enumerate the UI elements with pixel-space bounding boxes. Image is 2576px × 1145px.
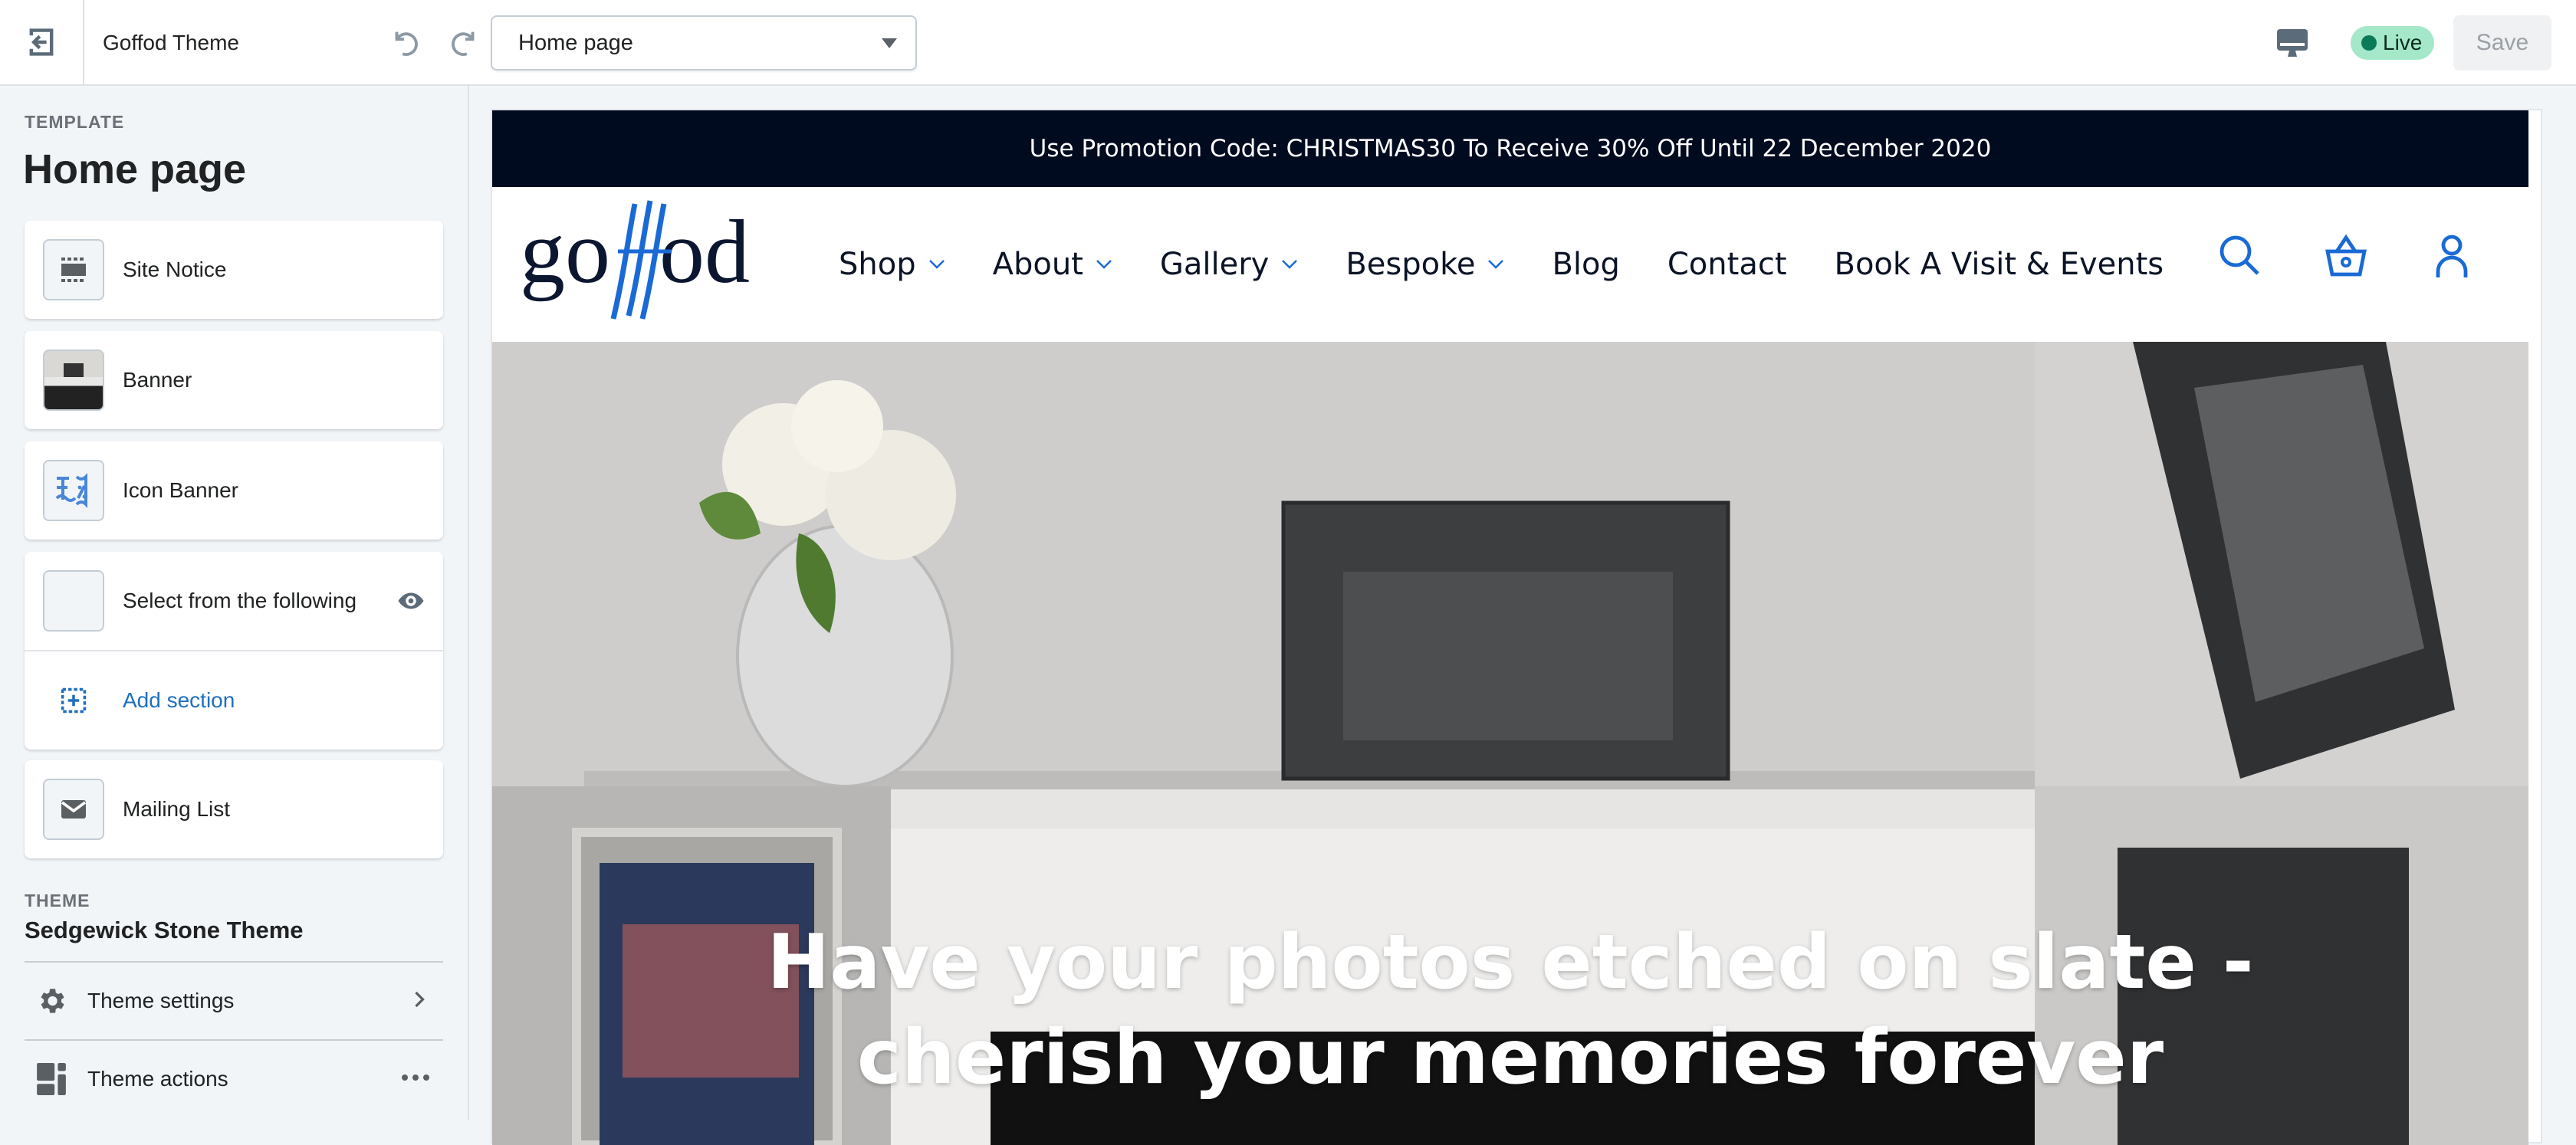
template-label: TEMPLATE <box>25 112 125 132</box>
redo-icon <box>452 31 475 56</box>
save-button[interactable]: Save <box>2453 15 2551 71</box>
nav-about[interactable]: About <box>993 247 1112 282</box>
nav-label: Contact <box>1667 247 1787 282</box>
header-icons <box>2217 233 2475 279</box>
section-card-banner[interactable]: Banner <box>25 331 443 429</box>
collage-thumbnail <box>43 570 104 632</box>
icon-banner-icon <box>43 460 104 521</box>
add-section-icon-wrap <box>43 687 104 714</box>
nav-blog[interactable]: Blog <box>1552 247 1619 282</box>
more-actions-button[interactable] <box>400 1072 431 1086</box>
template-select[interactable]: Home page <box>491 15 917 71</box>
nav-label: About <box>992 247 1083 282</box>
nav-label: Book A Visit & Events <box>1834 247 2164 282</box>
undo-icon <box>395 31 418 56</box>
basket-icon[interactable] <box>2323 233 2369 279</box>
chevron-right-icon <box>415 991 425 1007</box>
section-label: Icon Banner <box>123 478 238 502</box>
exit-arrow-icon <box>29 28 54 56</box>
site-notice-icon <box>43 239 104 300</box>
desktop-icon <box>2277 29 2308 57</box>
nav-gallery[interactable]: Gallery <box>1160 247 1298 282</box>
store-preview-frame[interactable]: Use Promotion Code: CHRISTMAS30 To Recei… <box>491 109 2542 1145</box>
live-label: Live <box>2383 31 2423 54</box>
section-label: Select from the following <box>123 589 357 612</box>
nav-label: Shop <box>839 247 916 282</box>
section-label: Banner <box>123 368 192 392</box>
chevron-down-icon <box>882 38 897 48</box>
mail-icon <box>43 779 104 840</box>
add-section-label: Add section <box>123 688 235 712</box>
promo-notice-bar: Use Promotion Code: CHRISTMAS30 To Recei… <box>492 110 2528 187</box>
section-label: Mailing List <box>123 797 231 821</box>
nav-label: Blog <box>1552 247 1620 282</box>
store-header: go od Shop About Gallery Bespoke Blog Co… <box>492 187 2528 342</box>
section-card-select-from-following[interactable]: Select from the following <box>25 552 443 650</box>
nav-label: Bespoke <box>1346 247 1476 282</box>
add-section-icon <box>61 687 87 714</box>
hero-line-2: cherish your memories forever <box>856 1014 2164 1101</box>
add-section-button[interactable]: Add section <box>25 651 443 750</box>
logo-text-od: od <box>659 202 750 302</box>
theme-actions-icon <box>37 1063 66 1095</box>
store-preview-area: Use Promotion Code: CHRISTMAS30 To Recei… <box>471 86 2576 1145</box>
theme-label: THEME <box>25 891 90 910</box>
live-status-badge: Live <box>2351 26 2435 60</box>
nav-label: Gallery <box>1159 247 1270 282</box>
promo-text: Use Promotion Code: CHRISTMAS30 To Recei… <box>1029 135 1992 162</box>
theme-title: Sedgewick Stone Theme <box>25 917 304 943</box>
hero-line-1: Have your photos etched on slate - <box>767 919 2254 1006</box>
section-group-card: Select from the following Add section <box>25 552 443 750</box>
flower <box>791 380 883 472</box>
undo-button[interactable] <box>386 23 425 61</box>
template-title: Home page <box>23 146 247 192</box>
vase <box>736 524 954 788</box>
nav-shop[interactable]: Shop <box>839 247 945 282</box>
thumbnail-slate <box>64 363 84 377</box>
visibility-toggle[interactable] <box>397 587 425 618</box>
etched-family <box>1343 572 1673 740</box>
account-icon[interactable] <box>2429 233 2475 279</box>
banner-thumbnail <box>43 349 104 411</box>
section-card-icon-banner[interactable]: Icon Banner <box>25 441 443 540</box>
chevron-down-icon <box>928 260 945 269</box>
theme-settings-button[interactable]: Theme settings <box>25 961 443 1039</box>
nav-contact[interactable]: Contact <box>1668 247 1787 282</box>
nav-bespoke[interactable]: Bespoke <box>1346 247 1504 282</box>
live-dot-icon <box>2361 35 2377 51</box>
logo-text-go: go <box>520 202 610 302</box>
chevron-down-icon <box>1488 260 1504 269</box>
section-card-mailing-list[interactable]: Mailing List <box>25 760 443 858</box>
eye-icon <box>398 592 424 609</box>
theme-actions-button[interactable]: Theme actions <box>25 1039 443 1117</box>
gear-icon <box>41 989 64 1013</box>
section-card-site-notice[interactable]: Site Notice <box>25 221 443 319</box>
theme-actions-label: Theme actions <box>87 1067 228 1091</box>
main-nav: Shop About Gallery Bespoke Blog Contact … <box>839 187 2164 342</box>
goffod-logo[interactable]: go od <box>520 198 757 328</box>
template-select-value: Home page <box>518 30 633 55</box>
hero-headline: Have your photos etched on slate - cheri… <box>492 915 2528 1105</box>
search-icon[interactable] <box>2217 233 2263 279</box>
device-toggle-button[interactable] <box>2274 25 2311 61</box>
chevron-down-icon <box>1282 260 1298 269</box>
editor-topbar: Goffod Theme <box>0 0 2576 86</box>
section-label: Site Notice <box>123 258 227 281</box>
hero-banner[interactable]: Have your photos etched on slate - cheri… <box>492 342 2528 1145</box>
theme-settings-label: Theme settings <box>87 989 235 1012</box>
sections-sidebar: TEMPLATE Home page Site Notice Banner Ic… <box>0 86 469 1120</box>
redo-button[interactable] <box>445 23 483 61</box>
ellipsis-icon <box>402 1074 429 1081</box>
theme-name: Goffod Theme <box>103 30 239 54</box>
nav-book-a-visit[interactable]: Book A Visit & Events <box>1835 247 2164 282</box>
exit-editor-button[interactable] <box>0 0 84 84</box>
chevron-down-icon <box>1096 260 1112 269</box>
